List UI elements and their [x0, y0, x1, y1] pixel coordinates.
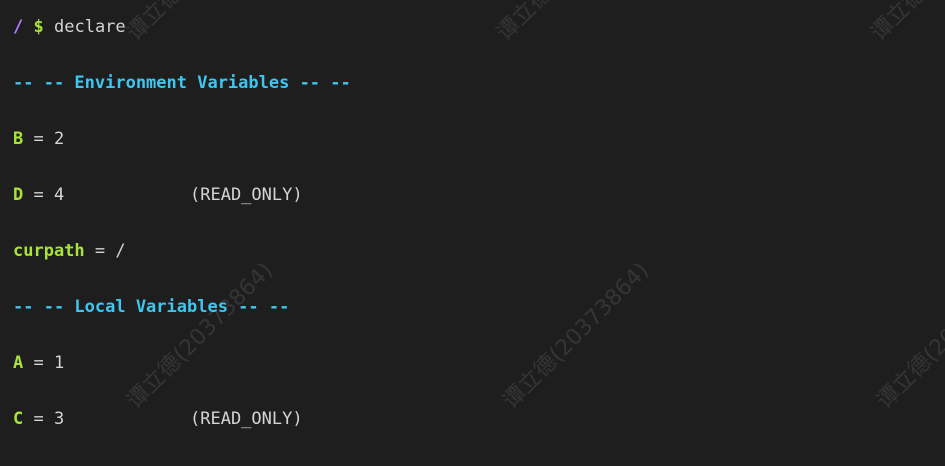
var-value: 2 — [53, 129, 65, 149]
var-name: C — [13, 409, 24, 429]
watermark-layer: 谭立德(20373864) 谭立德(20373864) 谭立德(20373864… — [0, 0, 945, 466]
prompt-path: / — [13, 17, 24, 37]
local-var-row: A = 1 — [13, 352, 64, 374]
watermark-text: 谭立德(20373864) — [122, 258, 278, 414]
prompt-symbol: $ — [33, 17, 44, 37]
var-name: curpath — [13, 241, 85, 261]
equals-sign: = — [23, 185, 54, 205]
read-only-flag: (READ_ONLY) — [190, 185, 303, 205]
var-value: 3 — [53, 409, 65, 429]
local-var-row: C = 3 (READ_ONLY) — [13, 408, 303, 430]
var-value: / — [115, 241, 126, 261]
terminal-window[interactable]: / $ declare -- -- Environment Variables … — [0, 0, 945, 466]
var-value: 1 — [53, 353, 65, 373]
var-name: A — [13, 353, 24, 373]
watermark-text: 谭立德(20373864) — [872, 258, 945, 414]
var-name: D — [13, 185, 24, 205]
env-var-row: curpath = / — [13, 240, 126, 262]
env-section-header: -- -- Environment Variables -- -- — [13, 73, 351, 93]
equals-sign: = — [23, 353, 54, 373]
command-text: declare — [54, 17, 126, 37]
local-section-header: -- -- Local Variables -- -- — [13, 297, 290, 317]
var-name: B — [13, 129, 24, 149]
equals-sign: = — [23, 129, 54, 149]
watermark-text: 谭立德(20373864) — [498, 258, 654, 414]
prompt-line: / $ declare — [13, 16, 126, 38]
env-var-row: B = 2 — [13, 128, 64, 150]
var-value: 4 — [53, 185, 65, 205]
watermark-text: 谭立德(20373864) — [118, 0, 279, 47]
equals-sign: = — [84, 241, 116, 261]
equals-sign: = — [23, 409, 54, 429]
watermark-text: 谭立德(20373864) — [862, 0, 945, 47]
watermark-text: 谭立德(20373864) — [488, 0, 649, 47]
read-only-flag: (READ_ONLY) — [190, 409, 303, 429]
env-var-row: D = 4 (READ_ONLY) — [13, 184, 303, 206]
